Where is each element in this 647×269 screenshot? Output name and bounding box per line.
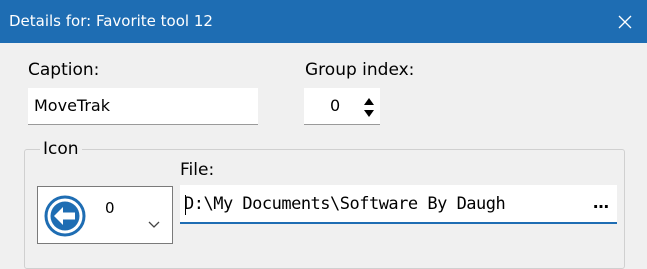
close-button[interactable] (603, 0, 647, 43)
triangle-down-icon (364, 109, 374, 117)
icon-select[interactable]: 0 (37, 186, 173, 244)
window-title: Details for: Favorite tool 12 (9, 12, 213, 30)
spin-down-button[interactable] (362, 107, 376, 119)
triangle-up-icon (364, 97, 374, 105)
close-icon (618, 15, 632, 28)
file-label: File: (180, 160, 215, 180)
title-bar: Details for: Favorite tool 12 (0, 0, 647, 43)
file-path-value: D:\My Documents\Software By Daugh (184, 194, 506, 214)
group-index-value: 0 (330, 96, 341, 115)
group-index-stepper[interactable]: 0 (304, 88, 380, 125)
icon-index-value: 0 (105, 199, 115, 217)
spin-up-button[interactable] (362, 95, 376, 107)
file-path-input[interactable]: D:\My Documents\Software By Daugh … (180, 185, 617, 224)
caption-input[interactable]: MoveTrak (28, 88, 258, 125)
caption-label: Caption: (28, 60, 100, 80)
back-arrow-circle-icon (43, 194, 87, 242)
group-index-label: Group index: (305, 60, 415, 80)
browse-button[interactable]: … (593, 193, 609, 212)
caption-value: MoveTrak (34, 96, 110, 115)
icon-group-legend: Icon (40, 139, 82, 159)
chevron-down-icon[interactable] (148, 214, 160, 233)
